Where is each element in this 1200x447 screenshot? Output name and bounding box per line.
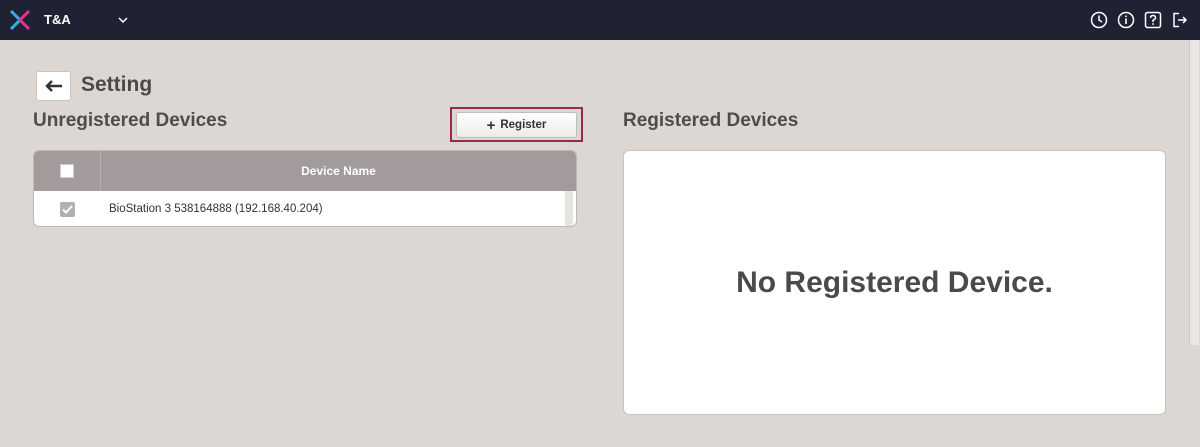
chevron-down-icon[interactable] xyxy=(116,13,130,27)
top-bar: T&A xyxy=(0,0,1200,40)
page-scrollbar-thumb[interactable] xyxy=(1189,40,1199,345)
plus-icon: + xyxy=(486,116,496,134)
unregistered-devices-table: Device Name BioStation 3 538164888 (192.… xyxy=(33,150,577,227)
registered-devices-title: Registered Devices xyxy=(623,110,799,131)
select-all-cell xyxy=(34,151,101,191)
device-name-cell: BioStation 3 538164888 (192.168.40.204) xyxy=(109,203,323,215)
table-header: Device Name xyxy=(34,151,576,191)
table-scrollbar[interactable] xyxy=(565,191,573,226)
page-title: Setting xyxy=(81,73,153,96)
row-checkbox[interactable] xyxy=(60,201,75,217)
empty-state-message: No Registered Device. xyxy=(736,265,1053,299)
select-all-checkbox[interactable] xyxy=(60,164,74,178)
row-checkbox-cell xyxy=(34,201,101,217)
column-header-device-name[interactable]: Device Name xyxy=(101,164,576,178)
register-button-label: Register xyxy=(500,119,547,131)
clock-icon[interactable] xyxy=(1089,10,1109,30)
help-icon[interactable] xyxy=(1143,10,1163,30)
checkmark-icon xyxy=(62,204,73,214)
back-button[interactable] xyxy=(36,71,71,101)
registered-devices-panel: No Registered Device. xyxy=(623,150,1166,415)
app-name[interactable]: T&A xyxy=(44,12,71,27)
logout-icon[interactable] xyxy=(1170,10,1190,30)
arrow-left-icon xyxy=(44,80,62,92)
app-logo-icon xyxy=(9,10,31,30)
unregistered-devices-title: Unregistered Devices xyxy=(33,110,228,131)
register-button[interactable]: + Register xyxy=(456,112,577,138)
info-icon[interactable] xyxy=(1116,10,1136,30)
table-row[interactable]: BioStation 3 538164888 (192.168.40.204) xyxy=(34,191,576,226)
